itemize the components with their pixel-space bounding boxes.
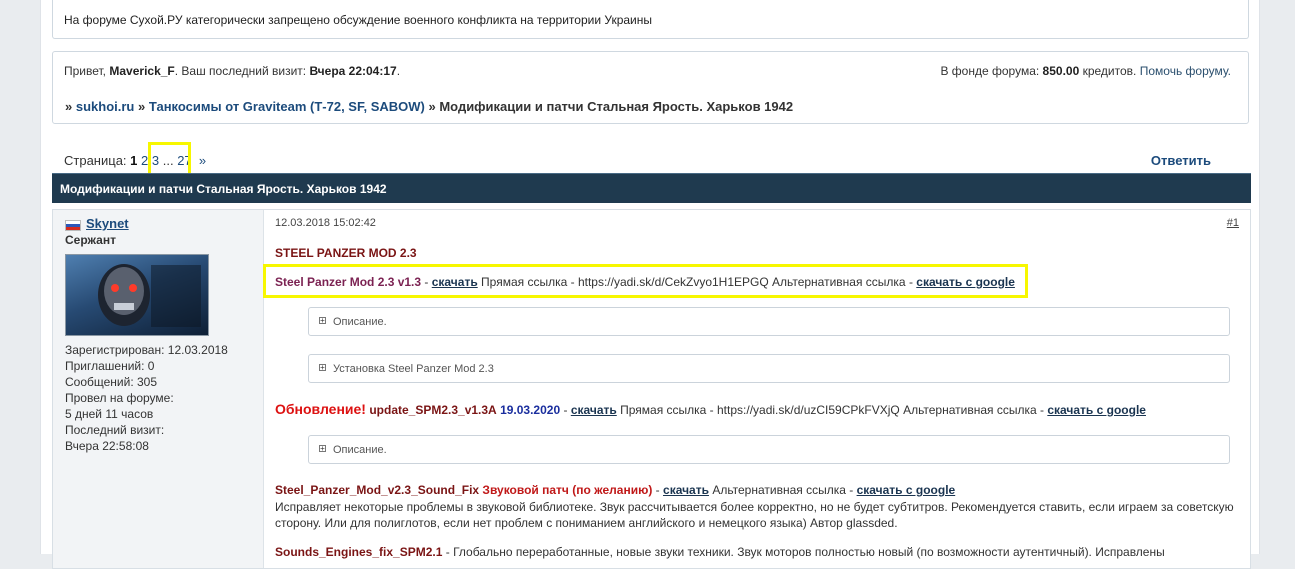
update-name: update_SPM2.3_v1.3A (369, 403, 497, 417)
author-invites: Приглашений: 0 (65, 359, 155, 373)
author-time: 5 дней 11 часов (65, 407, 154, 421)
topic-title: Модификации и патчи Стальная Ярость. Хар… (60, 182, 387, 196)
update-label: Обновление! (275, 401, 366, 417)
fund-unit: кредитов. (1082, 64, 1137, 78)
engines-fix-text: - Глобально переработанные, новые звуки … (445, 545, 1165, 559)
reply-button[interactable]: Ответить (1151, 153, 1211, 168)
welcome-line: Привет, Maverick_F. Ваш последний визит:… (64, 64, 401, 78)
spoiler-update-description[interactable]: + Описание. (308, 435, 1230, 464)
author-time-label: Провел на форуме: (65, 391, 174, 405)
author-posts: Сообщений: 305 (65, 375, 158, 389)
page-container: На форуме Сухой.РУ категорически запреще… (40, 0, 1260, 569)
update-google-link[interactable]: скачать с google (1047, 403, 1146, 417)
sound-fix-text: Исправляет некоторые проблемы в звуковой… (275, 500, 1234, 514)
update-line: Обновление! update_SPM2.3_v1.3A 19.03.20… (275, 401, 1146, 417)
forum-post: Skynet Сержант Зарегистрирован: 12.03.20… (52, 209, 1251, 569)
greeting-text: Привет, (64, 64, 107, 78)
update-direct-text: Прямая ссылка - https://yadi.sk/d/uzCI59… (620, 403, 1044, 417)
expand-plus-icon: + (319, 363, 326, 372)
sound-fix-name: Steel_Panzer_Mod_v2.3_Sound_Fix (275, 483, 480, 497)
forum-notice: На форуме Сухой.РУ категорически запреще… (52, 0, 1249, 39)
engines-fix-line: Sounds_Engines_fix_SPM2.1 - Глобально пе… (275, 545, 1165, 559)
mod-title: STEEL PANZER MOD 2.3 (275, 246, 417, 260)
post-number-link[interactable]: #1 (1227, 217, 1239, 229)
russia-flag-icon (65, 220, 81, 231)
author-name[interactable]: Skynet (86, 216, 129, 231)
expand-plus-icon: + (319, 444, 326, 453)
breadcrumb-current: Модификации и патчи Стальная Ярость. Хар… (439, 99, 794, 114)
sound-fix-desc: Звуковой патч (по желанию) (482, 483, 653, 497)
separator-dash: - (655, 483, 660, 497)
fund-label: В фонде форума: (940, 64, 1040, 78)
page-next[interactable]: » (199, 153, 206, 168)
breadcrumb: » sukhoi.ru » Танкосимы от Graviteam (Т-… (65, 99, 793, 114)
breadcrumb-separator: » (138, 99, 146, 114)
author-lastvisit: Вчера 22:58:08 (65, 439, 149, 453)
engines-fix-name: Sounds_Engines_fix_SPM2.1 (275, 545, 443, 559)
separator-dash: - (563, 403, 568, 417)
sound-google-link[interactable]: скачать с google (857, 483, 956, 497)
fund-amount: 850.00 (1042, 64, 1080, 78)
spoiler-description[interactable]: + Описание. (308, 307, 1230, 336)
breadcrumb-category[interactable]: Танкосимы от Graviteam (Т-72, SF, SABOW) (149, 99, 425, 114)
expand-plus-icon: + (319, 316, 326, 325)
breadcrumb-home[interactable]: sukhoi.ru (76, 99, 135, 114)
username[interactable]: Maverick_F (109, 64, 174, 78)
terminator-avatar-icon (98, 264, 201, 327)
topic-title-bar: Модификации и патчи Стальная Ярость. Хар… (52, 173, 1251, 203)
breadcrumb-separator: » (65, 99, 73, 114)
highlight-box (263, 264, 1028, 298)
user-info-box: Привет, Maverick_F. Ваш последний визит:… (52, 51, 1249, 124)
post-date: 12.03.2018 15:02:42 (275, 217, 376, 229)
sound-fix-text: сторону. Или для полиглотов, если нет пр… (275, 516, 898, 530)
spoiler-install[interactable]: + Установка Steel Panzer Mod 2.3 (308, 354, 1230, 383)
spoiler-title: Описание. (333, 316, 387, 328)
update-download-link[interactable]: скачать (571, 403, 617, 417)
avatar (65, 254, 209, 336)
spoiler-title: Установка Steel Panzer Mod 2.3 (333, 363, 494, 375)
notice-text: На форуме Сухой.РУ категорически запреще… (64, 13, 653, 27)
help-forum-link[interactable]: Помочь форуму. (1140, 64, 1231, 78)
last-visit-label: . Ваш последний визит: (174, 64, 307, 78)
sound-download-link[interactable]: скачать (663, 483, 709, 497)
author-rank: Сержант (65, 233, 116, 247)
page-current: 1 (130, 153, 138, 168)
author-lastvisit-label: Последний визит: (65, 423, 165, 437)
update-date: 19.03.2020 (500, 403, 561, 417)
author-registered: Зарегистрирован: 12.03.2018 (65, 343, 228, 357)
post-author-panel: Skynet Сержант Зарегистрирован: 12.03.20… (53, 210, 264, 568)
sound-fix-line: Steel_Panzer_Mod_v2.3_Sound_Fix Звуковой… (275, 483, 955, 497)
forum-fund: В фонде форума: 850.00 кредитов. Помочь … (940, 64, 1231, 78)
last-visit-time: Вчера 22:04:17 (309, 64, 397, 78)
author-stats: Зарегистрирован: 12.03.2018 Приглашений:… (65, 342, 228, 454)
breadcrumb-separator: » (428, 99, 436, 114)
sound-alt-text: Альтернативная ссылка - (712, 483, 854, 497)
spoiler-title: Описание. (333, 444, 387, 456)
pagination-label: Страница: (64, 153, 127, 168)
